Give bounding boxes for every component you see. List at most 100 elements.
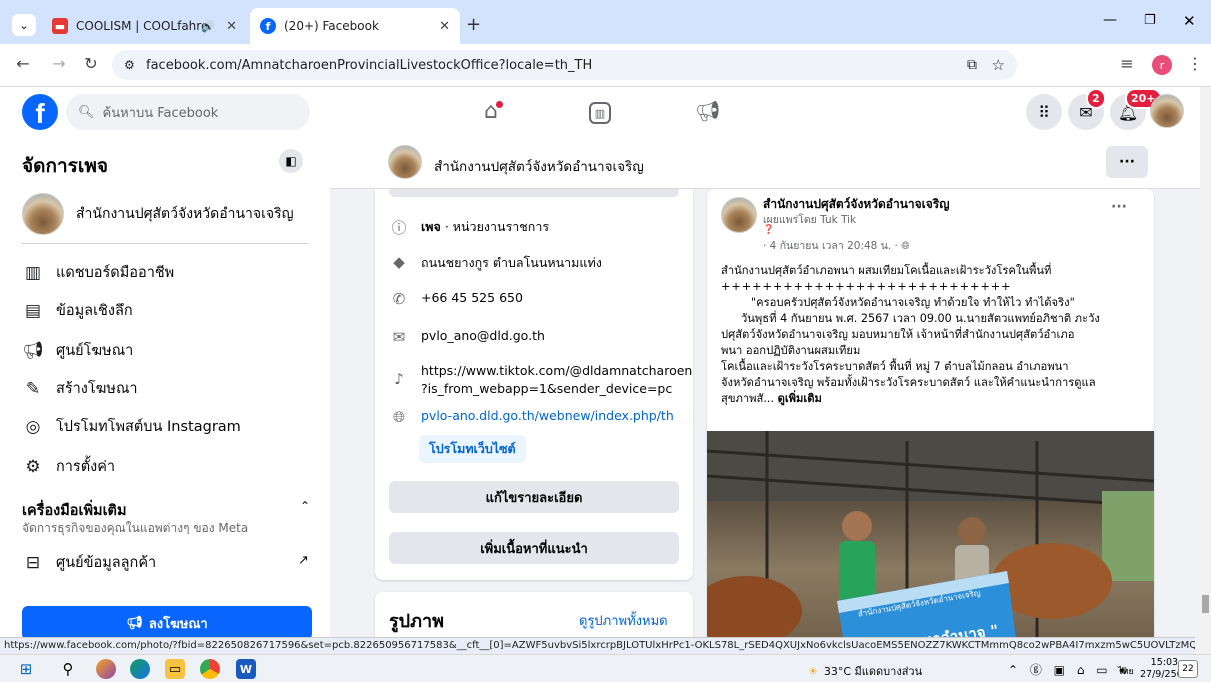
sidebar-item-label: การตั้งค่า — [56, 459, 116, 475]
sidebar-item-label: ศูนย์โฆษณา — [56, 343, 134, 359]
post-line: จังหวัดอำนาจเจริญ พร้อมทั้งเฝ้าระวังโรคร… — [721, 376, 1096, 389]
site-info-icon[interactable]: ⚙ — [124, 58, 135, 72]
install-app-icon[interactable]: ⧉ — [967, 57, 977, 73]
post-line: โคเนื้อและเฝ้าระวังโรคระบาดสัตว์ พื้นที่… — [721, 360, 1069, 373]
email-row: ✉ pvlo_ano@dld.go.th — [389, 328, 545, 346]
professional-dashboard-icon[interactable]: ▥ — [589, 102, 611, 124]
promote-button[interactable]: 📢︎ ลงโฆษณา — [22, 606, 312, 640]
add-featured-button[interactable]: เพิ่มเนื้อหาที่แนะนำ — [389, 532, 679, 564]
post-line: สำนักงานปศุสัตว์อำเภอพนา ผสมเทียมโคเนื้อ… — [721, 264, 1052, 277]
sidebar-item-instagram[interactable]: ◎ โปรโมทโพสต์บน Instagram — [22, 415, 241, 438]
megaphone-icon: 📢︎ — [126, 615, 143, 631]
url-text: facebook.com/AmnatcharoenProvincialLives… — [146, 57, 593, 73]
toggle-sidebar-icon[interactable]: ◧ — [279, 149, 303, 173]
post-line: สุขภาพสั... — [721, 392, 775, 405]
copilot-icon[interactable] — [96, 659, 116, 679]
globe-icon: 🌐︎ — [392, 408, 405, 426]
post-author-avatar[interactable] — [721, 197, 757, 233]
post-line: วันพุธที่ 4 กันยายน พ.ศ. 2567 เวลา 09.00… — [741, 312, 1100, 325]
category-row: ⓘ เพจ · หน่วยงานราชการ — [389, 217, 549, 238]
menu-grid-icon[interactable]: ⠿ — [1026, 94, 1062, 130]
sidebar-item-label: โปรโมทโพสต์บน Instagram — [56, 419, 241, 435]
kebab-menu-icon[interactable]: ⋮ — [1184, 54, 1206, 73]
sidebar-item-label: ข้อมูลเชิงลึก — [56, 303, 133, 319]
reload-icon[interactable]: ↻ — [80, 54, 102, 73]
post-body: สำนักงานปศุสัตว์อำเภอพนา ผสมเทียมโคเนื้อ… — [721, 263, 1146, 407]
ads-megaphone-icon[interactable]: 📢︎ — [695, 99, 720, 123]
word-icon[interactable]: W — [236, 659, 256, 679]
pencil-icon: ✎ — [25, 378, 41, 399]
tab-facebook[interactable]: f (20+) Facebook ✕ — [250, 8, 460, 44]
browser-tab-strip: ⌄ ▬ COOLISM | COOLfahrenhei 🔊 ✕ f (20+) … — [0, 0, 1211, 44]
post-photo[interactable]: สำนักงานปศุสัตว์จังหวัดอำนาจเจริญ " แดงม… — [707, 431, 1154, 659]
see-all-photos-link[interactable]: ดูรูปภาพทั้งหมด — [579, 610, 668, 631]
insights-icon: ▤ — [24, 300, 42, 321]
chevron-up-icon[interactable]: ⌃ — [300, 499, 310, 513]
chrome-icon[interactable] — [200, 659, 220, 679]
sidebar-item-label: แดชบอร์ดมืออาชีพ — [56, 265, 175, 281]
contacts-icon: ⊟ — [25, 552, 41, 573]
sidebar-item-customer-data[interactable]: ⊟ ศูนย์ข้อมูลลูกค้า — [22, 551, 156, 574]
forward-icon[interactable]: → — [48, 54, 70, 73]
page-more-button[interactable]: ··· — [1106, 146, 1148, 178]
divider — [22, 243, 308, 244]
system-tray-icons[interactable]: ⌃ ⓖ ▣ ⌂ ▭ 🔊︎ — [1008, 661, 1131, 678]
tab-search-button[interactable]: ⌄ — [12, 14, 36, 36]
promote-label: ลงโฆษณา — [148, 616, 208, 632]
instagram-icon: ◎ — [25, 416, 41, 437]
weather-widget[interactable]: ☀ 33°C มีแดดบางส่วน — [808, 662, 922, 680]
see-more-link[interactable]: ดูเพิ่มเติม — [778, 392, 822, 405]
search-icon: 🔍︎ — [78, 104, 95, 120]
edge-icon[interactable] — [130, 659, 150, 679]
close-icon[interactable]: ✕ — [226, 19, 237, 34]
sidebar-item-ad-center[interactable]: 📢︎ ศูนย์โฆษณา — [22, 339, 133, 362]
back-icon[interactable]: ← — [12, 54, 34, 73]
post-time[interactable]: · 4 กันยายน เวลา 20:48 น. · 🌐︎ — [763, 237, 910, 254]
file-explorer-icon[interactable]: ▭ — [165, 659, 185, 679]
profile-avatar[interactable]: r — [1152, 55, 1172, 75]
browser-toolbar: ← → ↻ ⚙ facebook.com/AmnatcharoenProvinc… — [0, 44, 1211, 87]
new-tab-button[interactable]: + — [466, 14, 481, 35]
post-menu-button[interactable]: ··· — [1111, 199, 1127, 215]
account-avatar[interactable] — [1150, 94, 1184, 128]
page-name[interactable]: สำนักงานปศุสัตว์จังหวัดอำนาจเจริญ — [434, 155, 644, 177]
reading-list-icon[interactable]: ≡ — [1116, 54, 1138, 73]
coolism-favicon: ▬ — [52, 18, 68, 34]
scrollbar-thumb[interactable] — [1202, 595, 1209, 613]
facebook-logo[interactable]: f — [22, 94, 58, 130]
website-link[interactable]: pvlo-ano.dld.go.th/webnew/index.php/th — [421, 408, 674, 423]
input-language[interactable]: ไทย — [1118, 664, 1134, 678]
promote-website-button[interactable]: โปรโมทเว็บไซต์ — [419, 435, 526, 463]
window-close-icon[interactable]: ✕ — [1183, 12, 1196, 30]
sidebar-page-name[interactable]: สำนักงานปศุสัตว์จังหวัดอำนาจเจริญ — [76, 203, 294, 225]
tab-coolism[interactable]: ▬ COOLISM | COOLfahrenhei 🔊 ✕ — [42, 8, 247, 44]
page-avatar[interactable] — [388, 145, 422, 179]
post-time-text: · 4 กันยายน เวลา 20:48 น. · — [763, 240, 898, 252]
close-icon[interactable]: ✕ — [439, 19, 450, 34]
sidebar-item-create-ad[interactable]: ✎ สร้างโฆษณา — [22, 377, 138, 400]
tiktok-link-line1[interactable]: https://www.tiktok.com/@dldamnatcharoen — [421, 363, 692, 378]
sidebar-item-insights[interactable]: ▤ ข้อมูลเชิงลึก — [22, 299, 133, 322]
address-bar[interactable]: ⚙ facebook.com/AmnatcharoenProvincialLiv… — [112, 50, 1017, 80]
minimize-icon[interactable]: — — [1103, 12, 1117, 28]
tiktok-row[interactable]: ♪ https://www.tiktok.com/@dldamnatcharoen… — [389, 362, 692, 398]
page-scrollbar[interactable] — [1200, 87, 1211, 654]
edit-details-button[interactable]: แก้ไขรายละเอียด — [389, 481, 679, 513]
sidebar-item-dashboard[interactable]: ▥ แดชบอร์ดมืออาชีพ — [22, 261, 174, 284]
search-icon[interactable]: ⚲ — [58, 659, 78, 679]
notification-center-icon[interactable]: 22 — [1178, 660, 1198, 678]
search-input[interactable]: 🔍︎ ค้นหาบน Facebook — [66, 94, 310, 130]
page-top-bar: สำนักงานปศุสัตว์จังหวัดอำนาจเจริญ ··· — [330, 137, 1200, 189]
address-row: ◆ ถนนชยางกูร ตำบลโนนหนามแท่ง — [389, 253, 602, 273]
intro-top-strip — [389, 189, 679, 197]
tiktok-link-line2[interactable]: ?is_from_webapp=1&sender_device=pc — [421, 381, 672, 396]
tiktok-icon: ♪ — [394, 370, 404, 388]
bookmark-star-icon[interactable]: ☆ — [992, 56, 1005, 74]
windows-start-icon[interactable]: ⊞ — [16, 659, 36, 679]
sidebar-item-settings[interactable]: ⚙ การตั้งค่า — [22, 455, 115, 478]
website-row[interactable]: 🌐︎ pvlo-ano.dld.go.th/webnew/index.php/th — [389, 408, 674, 426]
page-avatar[interactable] — [22, 193, 64, 235]
home-icon[interactable]: ⌂ — [484, 99, 503, 124]
tab-title: (20+) Facebook — [284, 19, 379, 33]
restore-icon[interactable]: ❐ — [1144, 13, 1156, 28]
